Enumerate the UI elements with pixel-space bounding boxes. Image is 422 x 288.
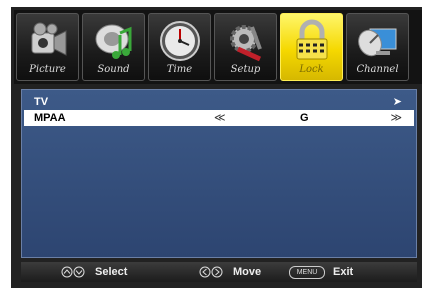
lock-menu-list: TV ➤ MPAA ≪ G ≫	[21, 89, 417, 258]
tab-label: Setup	[230, 64, 261, 75]
value-left-arrow-icon[interactable]: ≪	[214, 110, 226, 126]
help-select-label: Select	[95, 266, 128, 278]
tab-channel[interactable]: Channel	[346, 13, 409, 81]
help-move-label: Move	[233, 266, 262, 278]
tab-time[interactable]: Time	[148, 13, 211, 81]
music-note-icon	[95, 24, 132, 59]
camcorder-icon	[31, 22, 67, 56]
tab-picture[interactable]: Picture	[16, 13, 79, 81]
help-select: Select	[61, 262, 127, 282]
menu-item-mpaa[interactable]: MPAA ≪ G ≫	[24, 110, 414, 126]
mpaa-rating-value: G	[300, 112, 309, 124]
left-right-keys-icon	[199, 266, 223, 278]
tab-label: Sound	[97, 64, 130, 75]
tab-lock[interactable]: Lock	[280, 13, 343, 81]
tv-menu-frame: Picture Sound Time Setup Lock Channel TV…	[0, 0, 422, 288]
tab-label: Time	[166, 64, 193, 75]
padlock-icon	[296, 19, 328, 60]
menu-item-label: MPAA	[34, 112, 66, 124]
tools-icon	[230, 25, 262, 62]
satellite-dish-icon	[358, 28, 397, 57]
tab-sound[interactable]: Sound	[82, 13, 145, 81]
clock-icon	[160, 21, 200, 61]
help-exit: MENU Exit	[289, 262, 353, 282]
help-move: Move	[199, 262, 261, 282]
menu-key-icon: MENU	[289, 265, 325, 279]
up-down-keys-icon	[61, 266, 85, 278]
tab-bar: Picture Sound Time Setup Lock Channel	[14, 10, 422, 84]
value-right-arrow-icon[interactable]: ≫	[390, 110, 402, 126]
submenu-arrow-icon: ➤	[392, 96, 402, 108]
help-bar: Select Move MENU Exit	[21, 262, 417, 282]
tab-label: Channel	[356, 64, 399, 75]
tab-label: Picture	[29, 64, 66, 75]
tab-setup[interactable]: Setup	[214, 13, 277, 81]
menu-item-tv[interactable]: TV ➤	[24, 94, 414, 110]
menu-item-label: TV	[34, 96, 49, 108]
help-exit-label: Exit	[333, 266, 354, 278]
tab-label: Lock	[299, 64, 324, 75]
